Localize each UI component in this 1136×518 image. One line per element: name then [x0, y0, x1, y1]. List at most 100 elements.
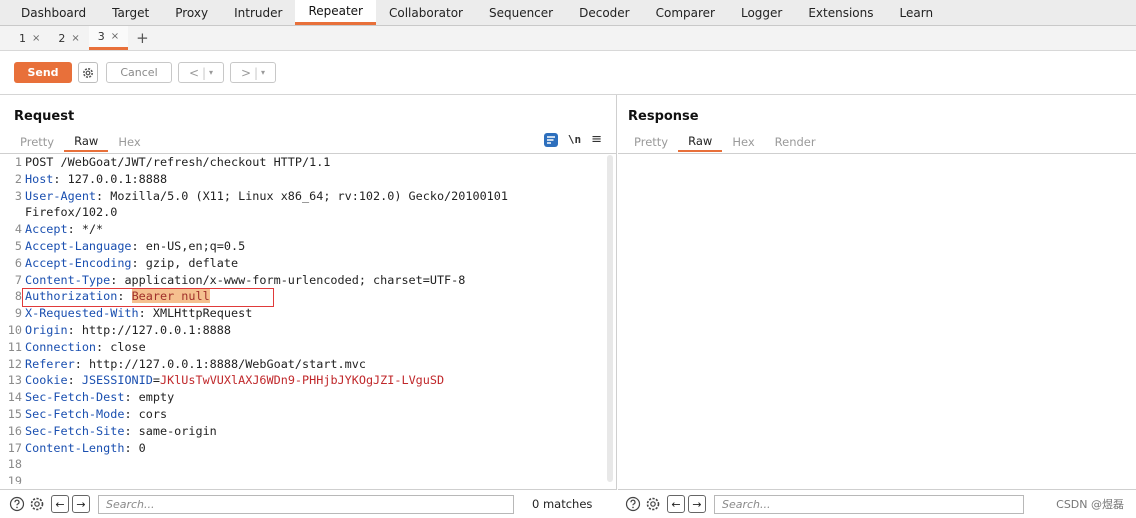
wrap-lines-icon[interactable] [543, 132, 558, 147]
search-previous-button[interactable]: ← [667, 495, 685, 513]
nav-tab-repeater[interactable]: Repeater [295, 0, 376, 25]
header-name: Origin [25, 322, 68, 337]
request-line: 16 Sec-Fetch-Site: same-origin [0, 423, 605, 440]
repeater-tab-label: 1 [19, 31, 26, 45]
header-name: Cookie [25, 373, 68, 388]
request-scrollbar[interactable] [607, 155, 613, 482]
header-value: gzip, deflate [145, 255, 239, 270]
request-search-input[interactable]: Search... [98, 494, 514, 514]
close-icon[interactable]: × [111, 31, 119, 42]
search-next-button[interactable]: → [688, 495, 706, 513]
nav-tab-collaborator[interactable]: Collaborator [376, 0, 476, 25]
help-icon[interactable] [624, 495, 642, 513]
repeater-tab-3[interactable]: 3 × [88, 26, 129, 50]
repeater-toolbar: Send Cancel < | ▾ > | ▾ [0, 51, 1136, 95]
response-title: Response [628, 109, 699, 124]
request-line: 17 Content-Length: 0 [0, 440, 605, 457]
header-name: Connection [25, 339, 97, 354]
nav-tab-sequencer[interactable]: Sequencer [476, 0, 566, 25]
history-forward-button[interactable]: > | ▾ [230, 62, 276, 83]
view-tab-pretty[interactable]: Pretty [624, 132, 678, 152]
menu-icon[interactable]: ≡ [591, 132, 602, 147]
request-editor[interactable]: 1 POST /WebGoat/JWT/refresh/checkout HTTP… [0, 154, 605, 484]
request-line: 11 Connection: close [0, 339, 605, 356]
newline-toggle-icon[interactable]: \n [568, 133, 581, 146]
search-previous-button[interactable]: ← [51, 495, 69, 513]
header-name: X-Requested-With [25, 306, 139, 321]
line-number: 9 [14, 306, 22, 321]
header-name: Accept [25, 222, 68, 237]
gear-icon[interactable] [78, 62, 98, 83]
nav-tab-learn[interactable]: Learn [887, 0, 947, 25]
nav-tab-logger[interactable]: Logger [728, 0, 795, 25]
gear-icon[interactable] [28, 495, 46, 513]
send-button[interactable]: Send [14, 62, 72, 83]
gear-icon[interactable] [644, 495, 662, 513]
header-name: Referer [25, 356, 75, 371]
view-tab-raw[interactable]: Raw [64, 132, 109, 152]
nav-tab-extensions[interactable]: Extensions [795, 0, 886, 25]
line-number: 13 [7, 373, 22, 388]
cookie-value: JKlUsTwVUXlAXJ6WDn9-PHHjbJYKOgJZI-LVguSD [159, 373, 445, 388]
nav-tab-comparer[interactable]: Comparer [643, 0, 728, 25]
top-nav: Dashboard Target Proxy Intruder Repeater Coll… [0, 0, 1136, 26]
view-tab-hex[interactable]: Hex [108, 132, 150, 152]
view-tab-hex[interactable]: Hex [722, 132, 764, 152]
response-search-input[interactable]: Search... [714, 494, 1024, 514]
request-line: 6 Accept-Encoding: gzip, deflate [0, 255, 605, 272]
search-match-count: 0 matches [532, 497, 593, 511]
header-name: Host [25, 171, 54, 186]
line-number: 5 [14, 238, 22, 253]
search-next-button[interactable]: → [72, 495, 90, 513]
nav-tab-decoder[interactable]: Decoder [566, 0, 643, 25]
line-number: 1 [14, 155, 22, 169]
history-back-button[interactable]: < | ▾ [178, 62, 224, 83]
line-number: 2 [14, 171, 22, 186]
request-line: 8 Authorization: Bearer null [0, 288, 605, 305]
line-number: 3 [14, 188, 22, 203]
request-panel: Request Pretty Raw Hex \n ≡ 1 POST /WebGoat… [0, 95, 617, 518]
request-line: Firefox/102.0 [0, 204, 605, 221]
request-search-bar: ← → Search... 0 matches [0, 489, 617, 518]
request-line: 14 Sec-Fetch-Dest: empty [0, 389, 605, 406]
chevron-down-icon: ▾ [261, 68, 266, 77]
line-number: 17 [7, 440, 22, 455]
header-value: en-US,en;q=0.5 [145, 238, 246, 253]
watermark: CSDN @煜磊 [1056, 498, 1124, 511]
header-name: Sec-Fetch-Mode [25, 406, 125, 421]
header-value: 0 [138, 440, 146, 455]
add-tab-button[interactable]: + [128, 29, 157, 47]
request-line: 5 Accept-Language: en-US,en;q=0.5 [0, 238, 605, 255]
forward-arrow-icon: > [240, 65, 251, 80]
nav-tab-target[interactable]: Target [99, 0, 162, 25]
request-view-tabs: Pretty Raw Hex [10, 132, 151, 152]
nav-tab-proxy[interactable]: Proxy [162, 0, 221, 25]
view-tab-render[interactable]: Render [765, 132, 826, 152]
nav-tab-intruder[interactable]: Intruder [221, 0, 295, 25]
nav-tab-dashboard[interactable]: Dashboard [8, 0, 99, 25]
header-value: cors [138, 406, 168, 421]
repeater-tab-label: 2 [58, 31, 66, 45]
header-name: Authorization [25, 289, 118, 304]
header-value: */* [81, 222, 104, 237]
header-value: Mozilla/5.0 (X11; Linux x86_64; rv:102.0… [110, 188, 508, 203]
repeater-tab-1[interactable]: 1 × [10, 26, 49, 50]
request-line-text: Firefox/102.0 [25, 205, 118, 220]
close-icon[interactable]: × [32, 33, 40, 44]
request-line: 7 Content-Type: application/x-www-form-ur… [0, 272, 605, 289]
line-number: 8 [14, 289, 22, 304]
view-tab-pretty[interactable]: Pretty [10, 132, 64, 152]
header-name: Accept-Language [25, 238, 132, 253]
help-icon[interactable] [8, 495, 26, 513]
close-icon[interactable]: × [71, 33, 79, 44]
back-arrow-icon: < [188, 65, 199, 80]
cancel-button[interactable]: Cancel [106, 62, 172, 83]
request-line: 13 Cookie: JSESSIONID=JKlUsTwVUXlAXJ6WDn9… [0, 372, 605, 389]
request-line: 9 X-Requested-With: XMLHttpRequest [0, 305, 605, 322]
request-line: 19 [0, 473, 605, 484]
header-name: Accept-Encoding [25, 255, 132, 270]
repeater-tab-2[interactable]: 2 × [49, 26, 88, 50]
header-name: Sec-Fetch-Site [25, 423, 125, 438]
header-value: empty [138, 390, 175, 405]
view-tab-raw[interactable]: Raw [678, 132, 723, 152]
